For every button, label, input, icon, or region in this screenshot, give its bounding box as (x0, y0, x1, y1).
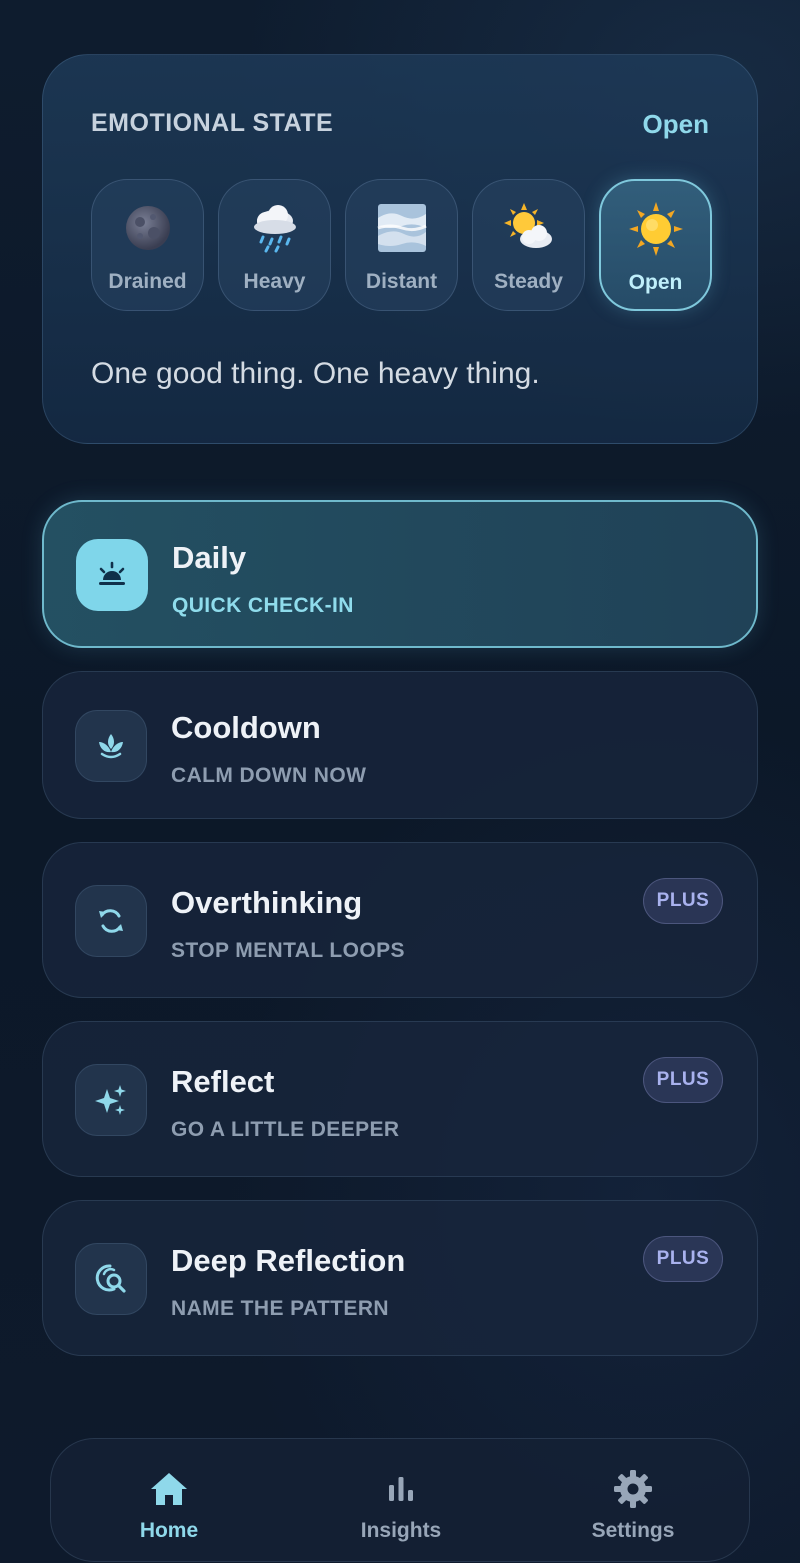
emotional-state-title: EMOTIONAL STATE (91, 109, 334, 137)
plus-badge: PLUS (643, 878, 723, 924)
gear-icon (611, 1467, 655, 1511)
mood-options: Drained Heavy Distant Steady Open (91, 179, 712, 311)
activity-name-daily: Daily (172, 540, 247, 575)
refresh-icon (75, 885, 147, 957)
moon-icon (120, 200, 176, 256)
activity-card-reflect[interactable]: Reflect GO A LITTLE DEEPER PLUS (42, 1021, 758, 1177)
mood-prompt-text: One good thing. One heavy thing. (91, 357, 540, 390)
rain-cloud-icon (247, 200, 303, 256)
sun-behind-cloud-icon (501, 200, 557, 256)
mood-option-drained[interactable]: Drained (91, 179, 204, 311)
activity-card-daily[interactable]: Daily QUICK CHECK-IN (42, 500, 758, 648)
sunrise-icon (76, 539, 148, 611)
activity-card-overthinking[interactable]: Overthinking STOP MENTAL LOOPS PLUS (42, 842, 758, 998)
mood-label-open: Open (628, 271, 683, 294)
nav-label-insights: Insights (360, 1519, 442, 1542)
mood-label-steady: Steady (494, 270, 563, 293)
selected-mood-label: Open (642, 109, 709, 139)
mood-option-distant[interactable]: Distant (345, 179, 458, 311)
activity-name-deep-reflection: Deep Reflection (171, 1243, 406, 1278)
mood-label-drained: Drained (108, 270, 187, 293)
activity-subtitle-cooldown: CALM DOWN NOW (171, 764, 367, 787)
activity-subtitle-daily: QUICK CHECK-IN (172, 594, 354, 617)
nav-item-settings[interactable]: Settings (553, 1467, 713, 1543)
activity-subtitle-reflect: GO A LITTLE DEEPER (171, 1118, 400, 1141)
plus-badge: PLUS (643, 1057, 723, 1103)
home-screen: EMOTIONAL STATE Open Drained Heavy Dista… (0, 0, 800, 1563)
mood-label-heavy: Heavy (243, 270, 306, 293)
activity-card-deep-reflection[interactable]: Deep Reflection NAME THE PATTERN PLUS (42, 1200, 758, 1356)
search-pattern-icon (75, 1243, 147, 1315)
lotus-icon (75, 710, 147, 782)
sun-icon (628, 201, 684, 257)
home-icon (147, 1467, 191, 1511)
mood-option-steady[interactable]: Steady (472, 179, 585, 311)
mood-option-open[interactable]: Open (599, 179, 712, 311)
activity-card-cooldown[interactable]: Cooldown CALM DOWN NOW (42, 671, 758, 819)
plus-badge: PLUS (643, 1236, 723, 1282)
sparkles-icon (75, 1064, 147, 1136)
nav-item-insights[interactable]: Insights (321, 1467, 481, 1543)
emotional-state-card: EMOTIONAL STATE Open Drained Heavy Dista… (42, 54, 758, 444)
activity-name-cooldown: Cooldown (171, 710, 321, 745)
mood-label-distant: Distant (365, 270, 438, 293)
activity-subtitle-overthinking: STOP MENTAL LOOPS (171, 939, 405, 962)
bottom-navigation: Home Insights Settings (50, 1438, 750, 1562)
fog-icon (374, 200, 430, 256)
nav-item-home[interactable]: Home (89, 1467, 249, 1543)
activity-subtitle-deep-reflection: NAME THE PATTERN (171, 1297, 389, 1320)
nav-label-settings: Settings (591, 1519, 675, 1542)
bar-chart-icon (379, 1467, 423, 1511)
activity-name-overthinking: Overthinking (171, 885, 363, 920)
nav-label-home: Home (139, 1519, 199, 1542)
mood-option-heavy[interactable]: Heavy (218, 179, 331, 311)
activity-name-reflect: Reflect (171, 1064, 275, 1099)
